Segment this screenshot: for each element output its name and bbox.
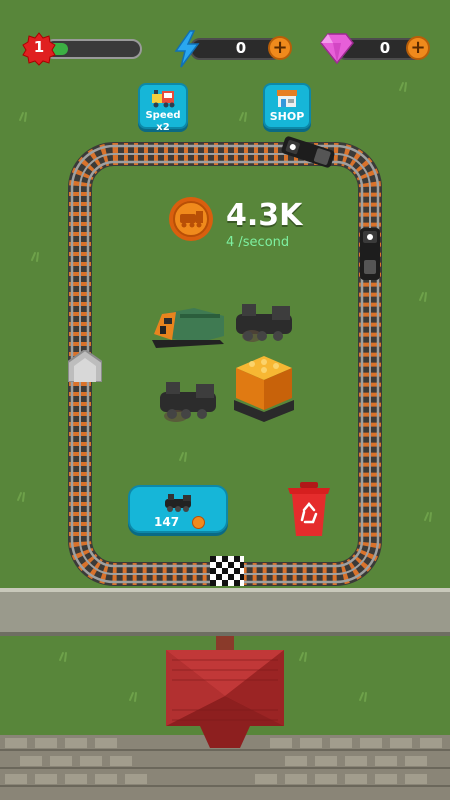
train-on-track-top[interactable]: [278, 133, 338, 171]
coin-total: 4.3K: [226, 198, 303, 233]
level-progress-bar: [44, 39, 142, 59]
black-steam-train-2[interactable]: [152, 372, 224, 428]
train-on-track-right[interactable]: [357, 226, 383, 282]
station-roof: [166, 636, 284, 748]
income-rate: 4 /second: [226, 235, 290, 250]
black-steam-train-1[interactable]: [228, 296, 300, 348]
lightning-icon: [174, 30, 200, 68]
train-coin-icon: [169, 197, 213, 241]
coin-icon: [192, 516, 205, 529]
speed-x2-button[interactable]: Speed x2: [138, 83, 188, 133]
add-energy-button[interactable]: +: [268, 36, 292, 60]
add-gems-button[interactable]: +: [406, 36, 430, 60]
steam-train-icon: [165, 494, 191, 512]
finish-line: [210, 556, 244, 586]
shop-label: SHOP: [269, 110, 305, 123]
energy-count: 0: [235, 39, 247, 57]
mystery-crate-box[interactable]: [230, 352, 298, 424]
recycle-bin-icon[interactable]: [284, 478, 334, 538]
shop-button[interactable]: SHOP: [263, 83, 311, 129]
shop-icon: [277, 90, 297, 107]
toy-train-icon: [152, 90, 175, 108]
buy-train-button[interactable]: 147: [128, 485, 228, 533]
orange-diesel-train[interactable]: [150, 296, 228, 352]
tunnel: [68, 350, 102, 382]
level-number: 1: [33, 38, 45, 56]
gem-count: 0: [379, 39, 391, 57]
buy-cost: 147: [154, 515, 180, 529]
pink-gem-icon: [320, 33, 354, 64]
speed-x2-label: Speed x2: [145, 110, 181, 133]
